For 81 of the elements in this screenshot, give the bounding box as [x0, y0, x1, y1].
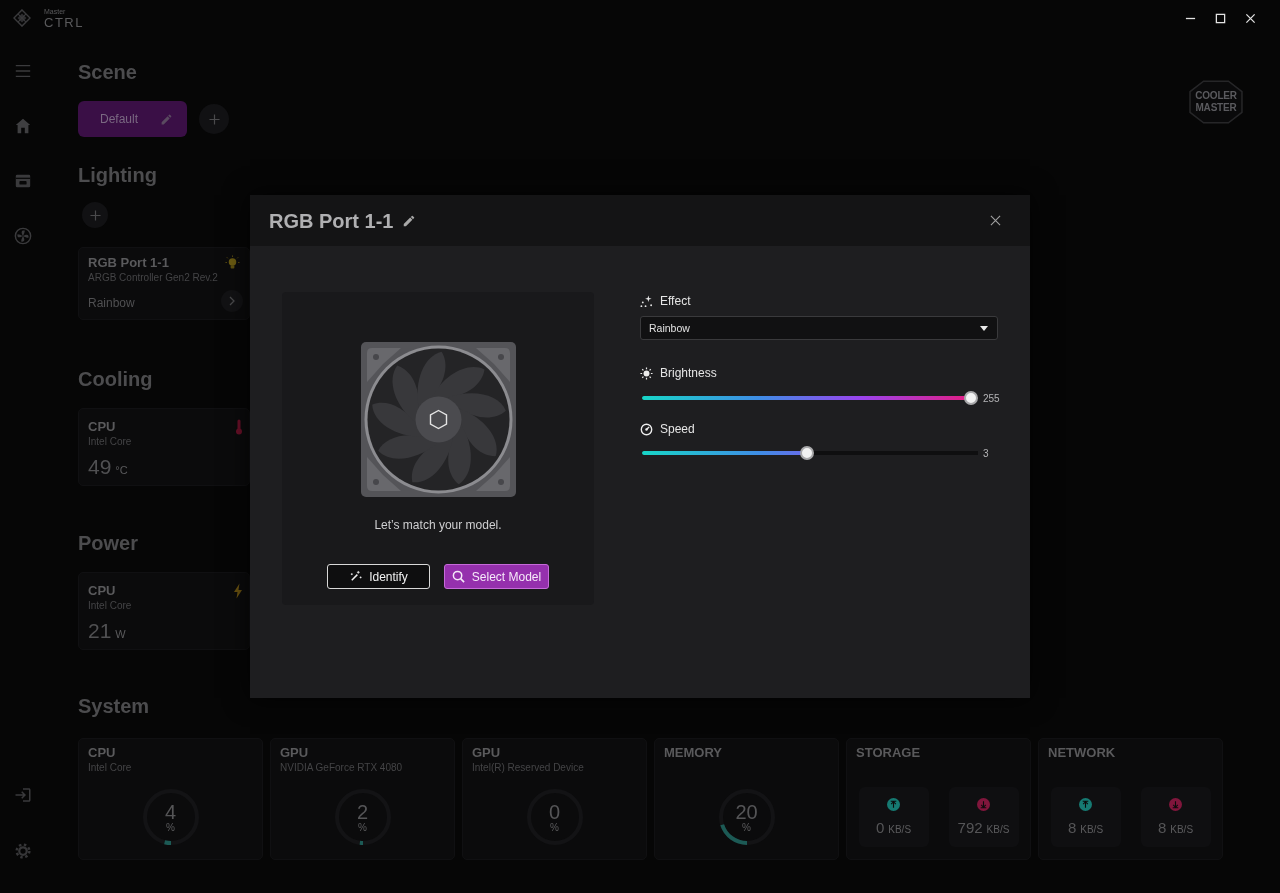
- maximize-icon[interactable]: [1215, 12, 1226, 24]
- system-name: CPU: [88, 745, 117, 761]
- sun-icon: [640, 366, 653, 380]
- usage-unit: %: [550, 822, 559, 833]
- system-name: GPU: [472, 745, 502, 761]
- logo-emblem-icon: [13, 9, 31, 27]
- section-heading: Power: [78, 531, 139, 555]
- logo-text: MASTER: [1195, 102, 1237, 114]
- magic-wand-icon: [349, 570, 363, 583]
- usage-value: 20: [735, 801, 758, 822]
- rate-value: 792: [957, 819, 983, 837]
- caret-down-icon: [980, 325, 988, 331]
- add-scene-button[interactable]: [199, 104, 229, 134]
- sensor-name: CPU: [88, 583, 117, 599]
- search-icon: [451, 570, 465, 583]
- gauge-icon: [640, 422, 653, 436]
- system-model: NVIDIA GeForce RTX 4080: [280, 761, 404, 775]
- effect-name: Rainbow: [88, 295, 136, 311]
- sensor-unit: W: [115, 628, 126, 640]
- usage-gauge: [332, 787, 393, 847]
- slider-value: 255: [983, 392, 1000, 404]
- light-bulb-icon: [224, 255, 240, 270]
- slider-label: Brightness: [660, 366, 717, 380]
- usage-value: 2: [356, 801, 369, 822]
- logo-text: COOLER: [1195, 90, 1237, 102]
- rate-value: 8: [1157, 819, 1167, 837]
- sensor-name: CPU: [88, 419, 117, 435]
- pencil-icon[interactable]: [402, 213, 417, 228]
- logo-text: CTRL: [44, 15, 84, 29]
- home-icon[interactable]: [14, 117, 32, 135]
- usage-unit: %: [166, 822, 175, 833]
- section-heading: Cooling: [78, 367, 153, 391]
- rate-unit: KB/S: [1080, 824, 1104, 835]
- sparkle-icon: [640, 294, 653, 308]
- menu-icon[interactable]: [14, 62, 32, 80]
- slider-value: 3: [983, 447, 989, 459]
- identify-button[interactable]: Identify: [327, 564, 430, 589]
- usage-gauge: [140, 787, 201, 847]
- fan-icon[interactable]: [14, 227, 32, 245]
- rate-unit: KB/S: [888, 824, 912, 835]
- rate-value: 0: [875, 819, 885, 837]
- close-icon[interactable]: [990, 215, 1001, 226]
- open-button[interactable]: [221, 290, 243, 312]
- usage-value: 0: [548, 801, 561, 822]
- sensor-unit: °C: [115, 464, 128, 476]
- sensor-value: 21: [88, 619, 112, 643]
- rate-unit: KB/S: [1170, 824, 1194, 835]
- add-device-button[interactable]: [82, 202, 108, 228]
- chevron-right-icon: [229, 296, 235, 306]
- slider-label: Speed: [660, 422, 695, 436]
- system-name: GPU: [280, 745, 310, 761]
- settings-icon[interactable]: [14, 842, 32, 860]
- caption-text: Let’s match your model.: [374, 518, 502, 532]
- device-name: RGB Port 1-1: [88, 255, 170, 271]
- section-heading: Scene: [78, 60, 137, 84]
- slider-thumb[interactable]: [964, 391, 978, 405]
- select-model-button[interactable]: Select Model: [444, 564, 549, 589]
- usage-gauge: [716, 787, 777, 847]
- usage-unit: %: [742, 822, 751, 833]
- effect-dropdown[interactable]: Rainbow: [640, 316, 998, 340]
- section-heading: Lighting: [78, 163, 157, 187]
- rate-value: 8: [1067, 819, 1077, 837]
- sensor-value: 49: [88, 455, 112, 479]
- section-heading: System: [78, 694, 150, 718]
- plus-icon: [89, 209, 101, 221]
- device-icon[interactable]: [14, 172, 32, 190]
- effect-label: Effect: [660, 294, 691, 308]
- rate-unit: KB/S: [986, 824, 1010, 835]
- system-model: Intel(R) Reserved Device: [472, 761, 585, 775]
- usage-value: 4: [164, 801, 177, 822]
- system-name: NETWORK: [1048, 745, 1117, 761]
- dialog-title: RGB Port 1-1: [269, 208, 394, 233]
- plus-icon: [208, 113, 220, 125]
- system-name: MEMORY: [664, 745, 724, 761]
- usage-unit: %: [358, 822, 367, 833]
- system-name: STORAGE: [856, 745, 922, 761]
- lightning-icon: [233, 583, 243, 599]
- thermometer-icon: [235, 419, 243, 435]
- sign-in-icon[interactable]: [14, 786, 32, 804]
- slider-thumb[interactable]: [799, 446, 814, 460]
- device-model: ARGB Controller Gen2 Rev.2: [88, 271, 218, 285]
